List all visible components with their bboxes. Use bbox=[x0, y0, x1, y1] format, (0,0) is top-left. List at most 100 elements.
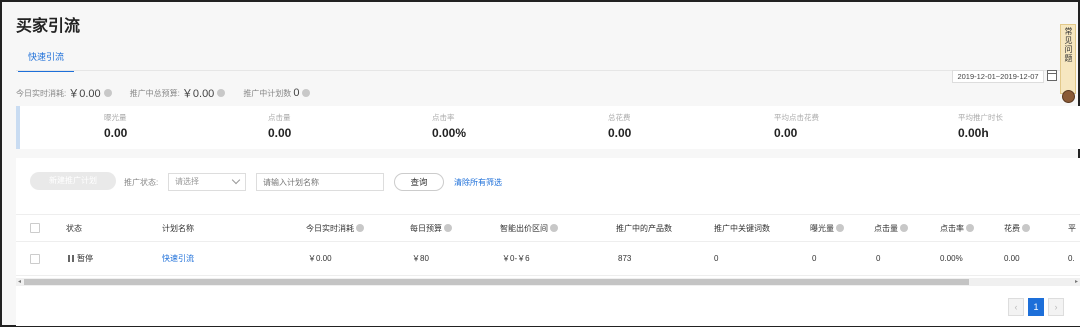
metric-value: 0.00% bbox=[432, 126, 467, 140]
row-plan-name-link[interactable]: 快速引流 bbox=[162, 242, 194, 275]
metric-value: 0.00 bbox=[104, 126, 128, 140]
row-bid-range: ￥0-￥6 bbox=[502, 254, 530, 263]
help-widget[interactable]: 常见问题 bbox=[1060, 24, 1076, 103]
row-ctr: 0.00% bbox=[940, 254, 963, 263]
prev-page-button[interactable]: ‹ bbox=[1008, 298, 1024, 316]
metric-label: 曝光量 bbox=[104, 113, 127, 122]
select-all-checkbox[interactable] bbox=[30, 223, 40, 233]
help-label: 常见问题 bbox=[1064, 27, 1073, 63]
table-row[interactable]: 暂停 快速引流 ￥0.00 ￥80 ￥0-￥6 873 0 0 0 0.00% … bbox=[16, 242, 1080, 276]
clear-filters-link[interactable]: 清除所有筛选 bbox=[454, 177, 502, 188]
row-today-cost: ￥0.00 bbox=[308, 254, 332, 263]
scroll-right-arrow-icon[interactable]: ▸ bbox=[1075, 279, 1078, 285]
header-daily-budget-cell: 每日预算 bbox=[410, 215, 452, 241]
header-bid-range-cell: 智能出价区间 bbox=[500, 215, 558, 241]
header-impressions-cell: 曝光量 bbox=[810, 215, 844, 241]
metric-label: 点击量 bbox=[268, 113, 291, 122]
header-avg: 平 bbox=[1068, 223, 1076, 233]
header-today-cost: 今日实时消耗 bbox=[306, 223, 354, 233]
table-header: 状态 计划名称 今日实时消耗 每日预算 智能出价区间 推广中的产品数 推广中关键… bbox=[16, 214, 1080, 242]
metric-label: 总花费 bbox=[608, 113, 631, 122]
pause-icon[interactable] bbox=[68, 255, 74, 262]
new-plan-button[interactable]: 新建推广计划 bbox=[30, 172, 116, 190]
stat-value: ￥0.00 bbox=[68, 88, 101, 100]
header-products: 推广中的产品数 bbox=[616, 223, 672, 233]
metric-value: 0.00 bbox=[608, 126, 632, 140]
chevron-down-icon bbox=[231, 175, 241, 185]
status-select-value: 请选择 bbox=[175, 177, 199, 186]
summary-stats: 今日实时消耗: ￥0.00 推广中总预算: ￥0.00 推广中计划数 0 bbox=[16, 85, 311, 101]
page-title: 买家引流 bbox=[16, 18, 81, 35]
pagination: ‹ 1 › bbox=[1008, 298, 1064, 316]
row-clicks: 0 bbox=[876, 254, 881, 263]
metric-value: 0.00 bbox=[268, 126, 292, 140]
status-select[interactable]: 请选择 bbox=[168, 173, 246, 191]
metric-label: 平均点击花费 bbox=[774, 113, 819, 122]
metric-value: 0.00h bbox=[958, 126, 989, 140]
horizontal-scrollbar[interactable]: ◂ ▸ bbox=[16, 278, 1080, 286]
metric-impressions: 曝光量 0.00 bbox=[104, 112, 127, 140]
stat-value: ￥0.00 bbox=[181, 88, 215, 100]
tab-divider bbox=[16, 70, 1064, 71]
help-circle-icon[interactable] bbox=[900, 224, 908, 232]
stat-label: 今日实时消耗: bbox=[16, 88, 67, 98]
help-circle-icon[interactable] bbox=[356, 224, 364, 232]
header-checkbox-cell bbox=[30, 215, 40, 241]
header-spend-cell: 花费 bbox=[1004, 215, 1030, 241]
row-impressions: 0 bbox=[812, 254, 817, 263]
metric-clicks: 点击量 0.00 bbox=[268, 112, 291, 140]
header-ctr: 点击率 bbox=[940, 223, 964, 233]
date-range-picker[interactable]: 2019-12-01~2019-12-07 bbox=[952, 70, 1044, 83]
header-today-cost-cell: 今日实时消耗 bbox=[306, 215, 364, 241]
metric-avg-click-cost: 平均点击花费 0.00 bbox=[774, 112, 819, 140]
metric-total-spend: 总花费 0.00 bbox=[608, 112, 631, 140]
header-clicks-cell: 点击量 bbox=[874, 215, 908, 241]
row-keywords: 0 bbox=[714, 254, 719, 263]
scroll-left-arrow-icon[interactable]: ◂ bbox=[18, 279, 21, 285]
row-spend: 0.00 bbox=[1004, 254, 1020, 263]
row-status: 暂停 bbox=[77, 254, 93, 263]
scroll-thumb[interactable] bbox=[24, 279, 969, 285]
next-page-button[interactable]: › bbox=[1048, 298, 1064, 316]
tab-quick-traffic[interactable]: 快速引流 bbox=[18, 50, 74, 72]
metric-ctr: 点击率 0.00% bbox=[432, 112, 466, 140]
metric-label: 平均推广时长 bbox=[958, 113, 1003, 122]
plan-list-panel: 新建推广计划 推广状态: 请选择 查询 清除所有筛选 状态 计划名称 今日实时消… bbox=[16, 158, 1080, 326]
header-keywords: 推广中关键词数 bbox=[714, 223, 770, 233]
metric-avg-duration: 平均推广时长 0.00h bbox=[958, 112, 1003, 140]
metric-label: 点击率 bbox=[432, 113, 455, 122]
help-circle-icon[interactable] bbox=[836, 224, 844, 232]
stat-value: 0 bbox=[293, 87, 300, 99]
plan-name-search-input[interactable] bbox=[256, 173, 384, 191]
row-products: 873 bbox=[618, 254, 632, 263]
metrics-panel: 曝光量 0.00 点击量 0.00 点击率 0.00% 总花费 0.00 平均点… bbox=[16, 106, 1080, 149]
app-frame: 买家引流 快速引流 常见问题 今日实时消耗: ￥0.00 推广中总预算: ￥0.… bbox=[0, 0, 1080, 327]
query-button[interactable]: 查询 bbox=[394, 173, 444, 191]
header-ctr-cell: 点击率 bbox=[940, 215, 974, 241]
help-circle-icon[interactable] bbox=[550, 224, 558, 232]
help-circle-icon[interactable] bbox=[966, 224, 974, 232]
row-checkbox-cell bbox=[30, 242, 40, 275]
header-bid-range: 智能出价区间 bbox=[500, 223, 548, 233]
help-circle-icon[interactable] bbox=[1022, 224, 1030, 232]
header-plan-name: 计划名称 bbox=[162, 223, 194, 233]
help-circle-icon[interactable] bbox=[302, 89, 311, 97]
header-status: 状态 bbox=[66, 223, 82, 233]
metric-value: 0.00 bbox=[774, 126, 798, 140]
stat-label: 推广中计划数 bbox=[243, 88, 292, 98]
help-circle-icon[interactable] bbox=[103, 89, 112, 97]
status-filter-label: 推广状态: bbox=[124, 178, 159, 187]
avatar bbox=[1062, 90, 1075, 103]
header-clicks: 点击量 bbox=[874, 223, 898, 233]
stat-label: 推广中总预算: bbox=[129, 88, 180, 98]
row-status-cell: 暂停 bbox=[68, 242, 93, 275]
stat-plan-count: 推广中计划数 0 bbox=[243, 87, 311, 99]
page-button-current[interactable]: 1 bbox=[1028, 298, 1044, 316]
stat-total-budget: 推广中总预算: ￥0.00 bbox=[130, 85, 226, 101]
row-avg: 0. bbox=[1068, 254, 1075, 263]
help-circle-icon[interactable] bbox=[217, 89, 226, 97]
row-checkbox[interactable] bbox=[30, 253, 40, 264]
calendar-icon[interactable] bbox=[1047, 70, 1057, 81]
help-circle-icon[interactable] bbox=[444, 224, 452, 232]
header-daily-budget: 每日预算 bbox=[410, 223, 442, 233]
